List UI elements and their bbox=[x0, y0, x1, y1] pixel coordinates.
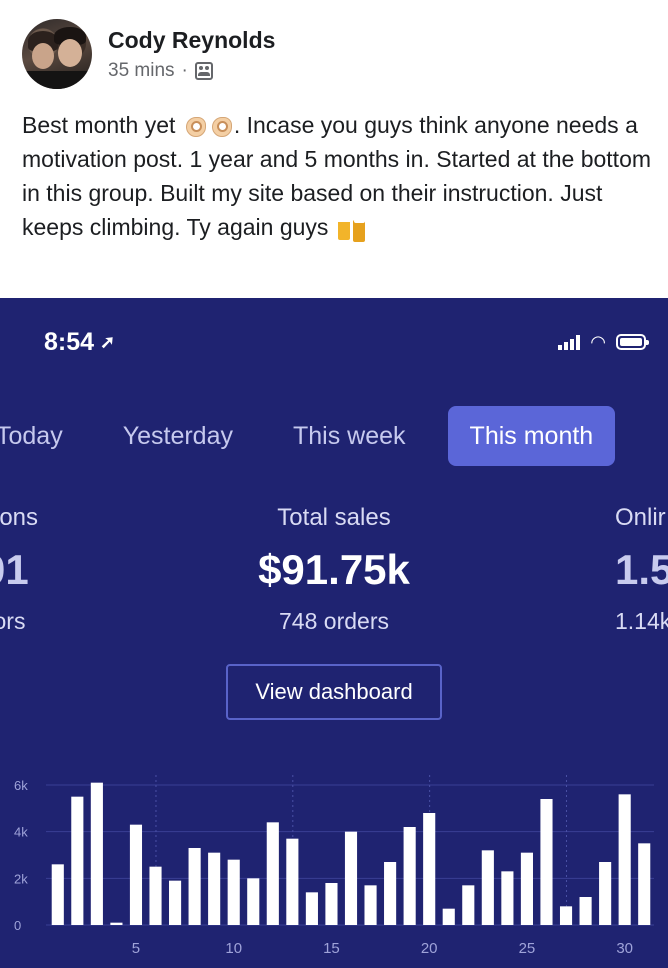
post-header: Cody Reynolds 35 mins · bbox=[22, 18, 275, 90]
avatar[interactable] bbox=[22, 19, 92, 89]
beer-mugs-emoji-icon bbox=[335, 213, 369, 240]
bar-day-6 bbox=[149, 866, 162, 925]
stat-total-sales: Total sales $91.75k 748 orders bbox=[0, 504, 668, 635]
ok-hand-emoji-icon bbox=[208, 111, 234, 137]
post-text-part1: Best month yet bbox=[22, 112, 176, 138]
stat-label: Total sales bbox=[277, 504, 391, 531]
bar-day-27 bbox=[559, 906, 573, 925]
bar-day-1 bbox=[51, 864, 64, 925]
chart-svg: 0 2k 4k 6k 5 10 15 20 25 30 bbox=[14, 775, 654, 957]
bar-day-20 bbox=[423, 813, 436, 925]
post-header-text: Cody Reynolds 35 mins · bbox=[108, 26, 275, 82]
x-tick-label: 15 bbox=[323, 940, 340, 957]
stat-sub: 1.14k bbox=[615, 608, 668, 634]
bar-day-2 bbox=[71, 796, 84, 925]
post-text: Best month yet . Incase you guys think a… bbox=[22, 108, 652, 244]
orders-count: 748 orders bbox=[279, 608, 389, 634]
bar-day-23 bbox=[481, 850, 494, 925]
bar-day-19 bbox=[403, 827, 416, 925]
post-meta: 35 mins · bbox=[108, 60, 275, 82]
sales-bar-chart: 0 2k 4k 6k 5 10 15 20 25 30 bbox=[0, 760, 668, 968]
meta-separator: · bbox=[181, 60, 188, 81]
bar-day-26 bbox=[540, 799, 553, 925]
status-time: 8:54 ➚ bbox=[44, 328, 115, 357]
bar-day-8 bbox=[188, 848, 201, 925]
y-tick-label: 2k bbox=[14, 871, 28, 886]
battery-icon bbox=[616, 334, 649, 350]
x-tick-label: 5 bbox=[132, 940, 140, 957]
stat-online: Onlir 1.5 1.14k bbox=[615, 504, 668, 635]
bar-day-29 bbox=[599, 862, 612, 925]
bar-day-14 bbox=[305, 892, 318, 925]
bar-day-4 bbox=[110, 922, 123, 925]
y-tick-label: 0 bbox=[14, 918, 21, 933]
bar-day-30 bbox=[618, 794, 631, 925]
bar-day-28 bbox=[579, 897, 592, 925]
bar-day-16 bbox=[344, 831, 358, 925]
bar-day-10 bbox=[227, 859, 240, 925]
bar-day-7 bbox=[169, 880, 182, 925]
period-tabs: Today Yesterday This week This month bbox=[0, 406, 616, 466]
bar-day-24 bbox=[501, 871, 514, 925]
tab-this-week[interactable]: This week bbox=[263, 406, 436, 466]
post-time[interactable]: 35 mins bbox=[108, 60, 175, 82]
bar-day-3 bbox=[90, 782, 103, 925]
total-sales-value: $91.75k bbox=[258, 546, 410, 593]
x-tick-label: 25 bbox=[519, 940, 536, 957]
bar-day-17 bbox=[364, 885, 377, 925]
x-tick-label: 30 bbox=[616, 940, 633, 957]
bar-day-13 bbox=[286, 838, 299, 925]
tab-this-month[interactable]: This month bbox=[447, 406, 616, 466]
tab-yesterday[interactable]: Yesterday bbox=[93, 406, 263, 466]
x-tick-label: 10 bbox=[225, 940, 242, 957]
bar-day-15 bbox=[325, 883, 338, 925]
bar-day-18 bbox=[384, 862, 397, 925]
author-name[interactable]: Cody Reynolds bbox=[108, 26, 275, 54]
bar-day-11 bbox=[247, 878, 260, 925]
status-icons: ◠ bbox=[558, 332, 649, 352]
y-tick-label: 6k bbox=[14, 778, 28, 793]
status-bar: 8:54 ➚ ◠ bbox=[0, 328, 668, 360]
signal-icon bbox=[558, 334, 581, 350]
group-icon bbox=[194, 62, 213, 80]
location-arrow-icon: ➚ bbox=[100, 332, 116, 352]
bar-day-22 bbox=[462, 885, 475, 925]
x-tick-label: 20 bbox=[421, 940, 438, 957]
y-tick-label: 4k bbox=[14, 825, 28, 840]
bar-day-25 bbox=[520, 852, 533, 925]
bar-day-5 bbox=[129, 824, 143, 925]
bar-day-9 bbox=[208, 852, 221, 925]
status-time-text: 8:54 bbox=[44, 328, 95, 356]
wifi-icon: ◠ bbox=[590, 332, 606, 352]
ok-hand-emoji-icon bbox=[182, 111, 208, 137]
tab-today[interactable]: Today bbox=[0, 406, 93, 466]
bar-day-31 bbox=[638, 843, 651, 925]
stat-label: Onlir bbox=[615, 504, 666, 531]
view-dashboard-button[interactable]: View dashboard bbox=[226, 664, 442, 720]
bar-day-12 bbox=[266, 822, 279, 925]
bar-day-21 bbox=[442, 908, 455, 925]
attached-screenshot[interactable]: 8:54 ➚ ◠ Today Yesterday This week This m… bbox=[0, 298, 668, 968]
stat-value: 1.5 bbox=[615, 546, 668, 593]
